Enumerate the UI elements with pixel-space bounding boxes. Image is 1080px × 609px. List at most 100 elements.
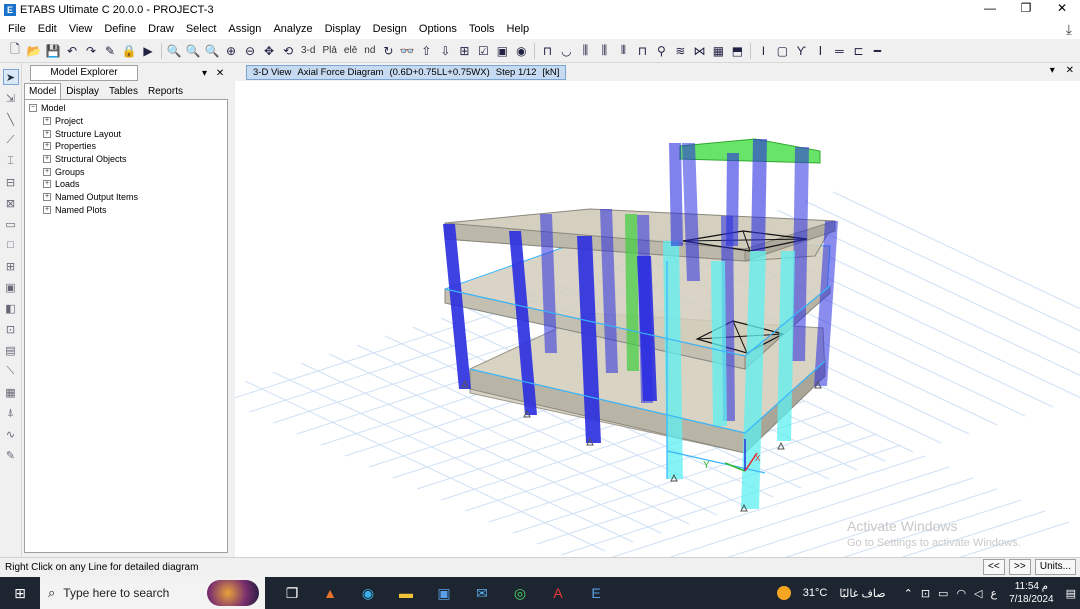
stress-icon[interactable]: ⫼: [595, 42, 613, 60]
shading-icon[interactable]: ◉: [512, 42, 530, 60]
tab-model[interactable]: Model: [24, 83, 62, 99]
collapse-icon[interactable]: −: [29, 104, 37, 113]
draw-area-icon[interactable]: ▢: [773, 42, 791, 60]
chevron-up-icon[interactable]: ⌃: [904, 587, 913, 600]
edge-icon[interactable]: ◉: [349, 577, 387, 609]
spring-icon[interactable]: ⚲: [652, 42, 670, 60]
zoom-window-icon[interactable]: 🔍: [165, 42, 183, 60]
weather-widget[interactable]: 31°C صاف غالبًا: [773, 586, 890, 600]
run-analysis-icon[interactable]: ▶: [139, 42, 157, 60]
menu-options[interactable]: Options: [413, 19, 463, 39]
open-icon[interactable]: 📂: [25, 42, 43, 60]
battery-icon[interactable]: ▭: [938, 587, 948, 600]
expand-icon[interactable]: +: [43, 193, 51, 202]
expand-icon[interactable]: +: [43, 129, 51, 138]
display-tables-icon[interactable]: ▦: [709, 42, 727, 60]
notification-icon[interactable]: ▤: [1066, 587, 1076, 600]
rotate-icon[interactable]: ⟲: [279, 42, 297, 60]
tree-item-groups[interactable]: + Groups: [29, 165, 223, 178]
autocad-icon[interactable]: A: [539, 577, 577, 609]
view-dropdown-icon[interactable]: ▾: [1050, 65, 1055, 76]
draw-rect-icon[interactable]: □: [3, 237, 19, 253]
pointer-icon[interactable]: ➤: [2, 69, 19, 85]
new-model-icon[interactable]: 🗋: [6, 42, 24, 60]
tab-tables[interactable]: Tables: [104, 83, 143, 99]
draw-tendon-icon[interactable]: ⊏: [849, 42, 867, 60]
explorer-dropdown-icon[interactable]: ▾: [202, 68, 207, 79]
draw-floor-icon[interactable]: ▭: [3, 216, 19, 232]
expand-icon[interactable]: +: [43, 167, 51, 176]
joint-reactions-icon[interactable]: ⊓: [633, 42, 651, 60]
redo-icon[interactable]: ↷: [82, 42, 100, 60]
view-close-icon[interactable]: ✕: [1066, 65, 1074, 76]
draw-beam-icon[interactable]: ⟋: [3, 132, 19, 148]
draw-column-tool-icon[interactable]: ⌶: [3, 153, 19, 169]
menu-file[interactable]: File: [2, 19, 32, 39]
draw-pier-icon[interactable]: ⊡: [3, 321, 19, 337]
tree-item-named-plots[interactable]: + Named Plots: [29, 204, 223, 217]
section-cut-icon[interactable]: ⬒: [728, 42, 746, 60]
tree-item-project[interactable]: + Project: [29, 115, 223, 128]
wifi-icon[interactable]: ◠: [956, 587, 966, 600]
check-icon[interactable]: ☑: [474, 42, 492, 60]
whatsapp-icon[interactable]: ◎: [501, 577, 539, 609]
undo-icon[interactable]: ↶: [63, 42, 81, 60]
next-step-button[interactable]: >>: [1008, 559, 1031, 575]
restore-button[interactable]: ❐: [1008, 0, 1044, 19]
link-icon[interactable]: ≋: [671, 42, 689, 60]
quick-floor-icon[interactable]: ⊞: [3, 258, 19, 274]
mode-shape-icon[interactable]: ⋈: [690, 42, 708, 60]
menu-define[interactable]: Define: [98, 19, 142, 39]
draw-grid-icon[interactable]: ▦: [3, 384, 19, 400]
menu-analyze[interactable]: Analyze: [267, 19, 318, 39]
draw-tendon-tool-icon[interactable]: ⟍: [3, 363, 19, 379]
units-button[interactable]: Units...: [1034, 559, 1076, 575]
rotate-3d-icon[interactable]: ↻: [379, 42, 397, 60]
menu-draw[interactable]: Draw: [142, 19, 180, 39]
tree-item-named-output-items[interactable]: + Named Output Items: [29, 191, 223, 204]
menu-select[interactable]: Select: [180, 19, 223, 39]
explorer-close-icon[interactable]: ✕: [216, 68, 224, 79]
taskbar-clock[interactable]: 11:54 م 7/18/2024: [1009, 580, 1054, 606]
draw-dimension-icon[interactable]: ━: [868, 42, 886, 60]
draw-dimension-tool-icon[interactable]: ✎: [3, 447, 19, 463]
reshape-icon[interactable]: ⇲: [3, 90, 19, 106]
view-3d-button[interactable]: 3-d: [298, 42, 318, 60]
zoom-restore-icon[interactable]: 🔍: [184, 42, 202, 60]
tree-root[interactable]: − Model: [29, 102, 223, 115]
elevation-view-button[interactable]: elē: [341, 42, 360, 60]
draw-link-icon[interactable]: ═: [830, 42, 848, 60]
deformed-shape-icon[interactable]: ◡: [557, 42, 575, 60]
zoom-out-icon[interactable]: ⊖: [241, 42, 259, 60]
draw-support-icon[interactable]: ⍋: [3, 405, 19, 421]
close-window-button[interactable]: ✕: [1044, 0, 1080, 19]
expand-icon[interactable]: +: [43, 117, 51, 126]
task-view-icon[interactable]: ❐: [273, 577, 311, 609]
mail-icon[interactable]: ✉: [463, 577, 501, 609]
draw-spring-icon[interactable]: ∿: [3, 426, 19, 442]
expand-icon[interactable]: +: [43, 205, 51, 214]
menu-design[interactable]: Design: [367, 19, 413, 39]
tree-item-properties[interactable]: + Properties: [29, 140, 223, 153]
previous-step-button[interactable]: <<: [982, 559, 1005, 575]
expand-icon[interactable]: +: [43, 180, 51, 189]
tab-reports[interactable]: Reports: [143, 83, 188, 99]
move-down-icon[interactable]: ⇩: [436, 42, 454, 60]
etabs-taskbar-icon[interactable]: E: [577, 577, 615, 609]
minimize-button[interactable]: —: [972, 0, 1008, 19]
draw-line-icon[interactable]: ╲: [3, 111, 19, 127]
draw-column-icon[interactable]: Ƴ: [792, 42, 810, 60]
volume-icon[interactable]: ◁: [974, 587, 982, 600]
expand-icon[interactable]: +: [43, 142, 51, 151]
draw-wall-tool-icon[interactable]: ▣: [3, 279, 19, 295]
menu-help[interactable]: Help: [501, 19, 536, 39]
draw-wall-icon[interactable]: Ⅰ: [811, 42, 829, 60]
tab-3d-view[interactable]: 3-D View Axial Force Diagram (0.6D+0.75L…: [246, 64, 567, 80]
menu-tools[interactable]: Tools: [463, 19, 501, 39]
matlab-icon[interactable]: ▲: [311, 577, 349, 609]
store-icon[interactable]: ▣: [425, 577, 463, 609]
language-indicator[interactable]: ع: [991, 587, 998, 600]
windows-start-icon[interactable]: ⊞: [0, 585, 40, 602]
tree-item-structural-objects[interactable]: + Structural Objects: [29, 153, 223, 166]
move-up-icon[interactable]: ⇧: [417, 42, 435, 60]
